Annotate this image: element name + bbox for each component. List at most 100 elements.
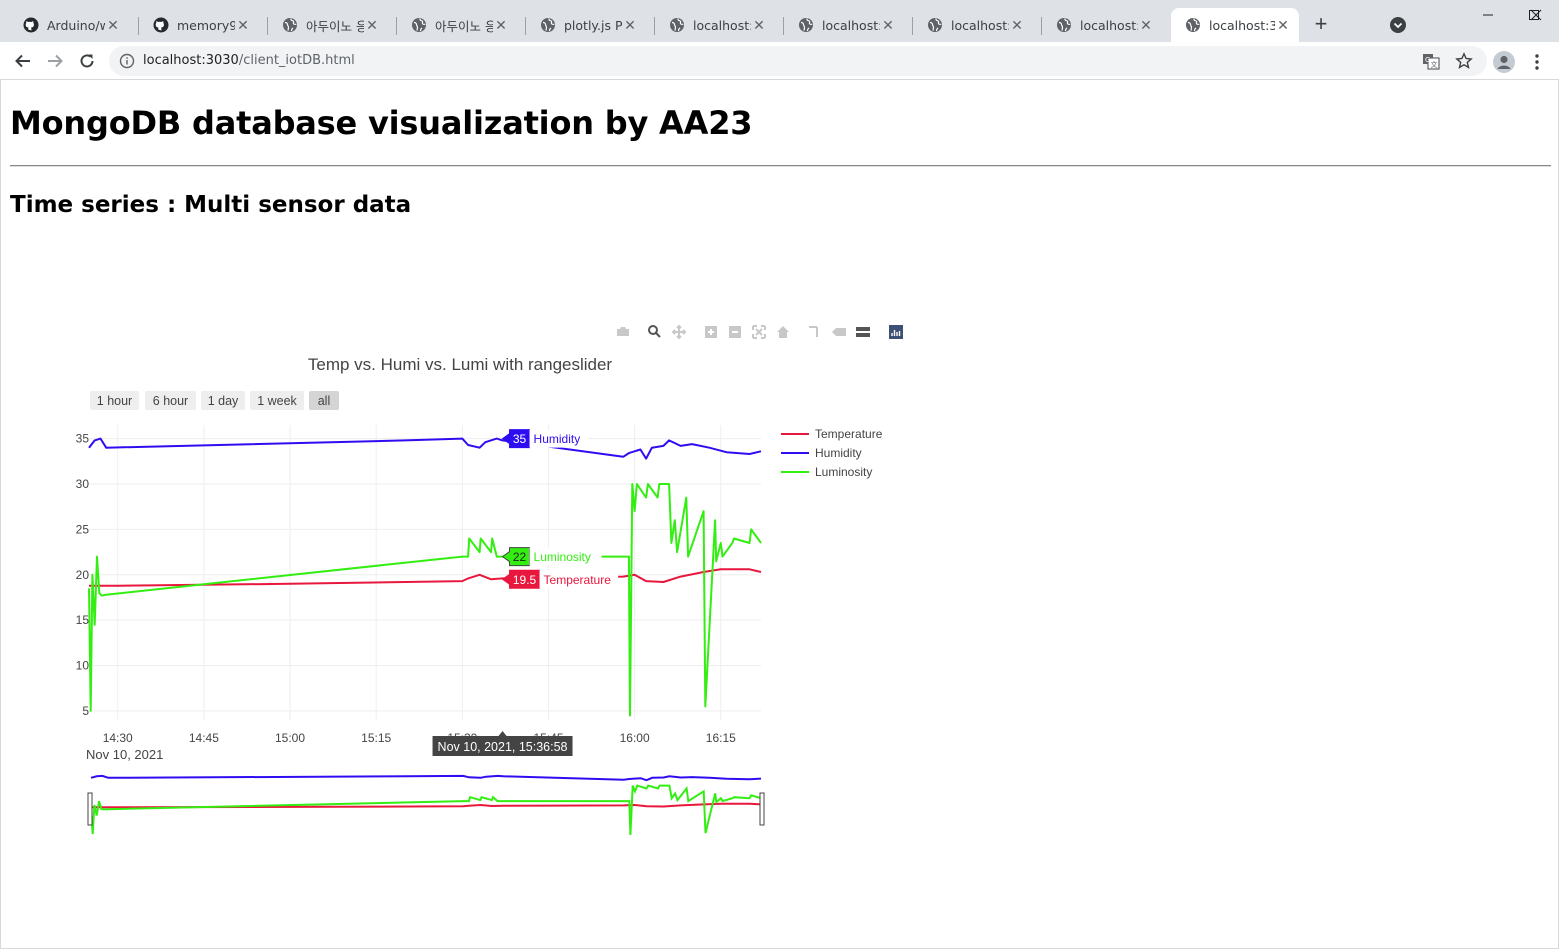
- range-button-6-hour[interactable]: 6 hour: [145, 391, 196, 410]
- y-tick-label: 30: [76, 477, 90, 491]
- close-tab-icon[interactable]: ✕: [622, 17, 638, 34]
- legend[interactable]: Temperature Humidity Luminosity: [781, 427, 883, 479]
- browser-tab[interactable]: 아두이노 응 ✕: [397, 8, 517, 42]
- y-tick-label: 20: [76, 568, 90, 582]
- modebar[interactable]: [617, 324, 903, 340]
- range-button-all[interactable]: all: [309, 391, 339, 410]
- minimize-icon[interactable]: [1465, 0, 1511, 30]
- close-tab-icon[interactable]: ✕: [1275, 17, 1291, 34]
- range-button-1-day[interactable]: 1 day: [201, 391, 245, 410]
- close-tab-icon[interactable]: ✕: [105, 17, 121, 34]
- autoscale-icon-shape[interactable]: [752, 325, 766, 339]
- tab-title: localhost:30: [1080, 17, 1138, 33]
- traces[interactable]: [88, 437, 762, 717]
- camera-icon[interactable]: [617, 327, 629, 336]
- tab-title: Arduino/wk: [47, 17, 105, 33]
- hover-compare-icon-shape[interactable]: [856, 327, 870, 337]
- chart-svg[interactable]: Temp vs. Humi vs. Lumi with rangeslider …: [1, 230, 921, 870]
- camera-icon-shape[interactable]: [617, 327, 629, 336]
- close-window-icon[interactable]: [1513, 0, 1559, 30]
- range-slider[interactable]: [87, 773, 765, 836]
- close-tab-icon[interactable]: ✕: [364, 17, 380, 34]
- range-button-label[interactable]: all: [318, 394, 331, 408]
- browser-tab[interactable]: localhost:30✕: [784, 8, 904, 42]
- range-slider-bg[interactable]: [91, 773, 761, 836]
- home-icon-shape[interactable]: [777, 326, 789, 338]
- series-line-luminosity[interactable]: [88, 483, 762, 717]
- hover-compare-icon[interactable]: [856, 327, 870, 337]
- range-button-label[interactable]: 1 week: [257, 394, 297, 408]
- x-tick-label: 15:15: [361, 731, 391, 745]
- back-arrow-icon[interactable]: [12, 50, 34, 72]
- series-line-humidity[interactable]: [88, 437, 762, 460]
- browser-tab[interactable]: localhost:30✕: [1171, 8, 1299, 42]
- hover-label-luminosity: 22 Luminosity: [501, 547, 602, 567]
- translate-icon[interactable]: G文: [1422, 52, 1440, 70]
- menu-kebab-icon[interactable]: [1528, 51, 1546, 73]
- close-tab-icon[interactable]: ✕: [880, 17, 896, 34]
- close-tab-icon[interactable]: ✕: [493, 17, 509, 34]
- zoom-icon-shape[interactable]: [648, 325, 661, 338]
- range-slider-handle-right[interactable]: [759, 792, 765, 826]
- browser-tab[interactable]: 아두이노 응 ✕: [268, 8, 388, 42]
- zoom-out-icon[interactable]: [729, 326, 741, 338]
- hover-series-name: Temperature: [544, 573, 612, 587]
- series-line-temperature[interactable]: [89, 568, 762, 587]
- y-tick-label: 35: [76, 432, 90, 446]
- zoom-icon[interactable]: [648, 325, 661, 338]
- hover-closest-icon[interactable]: [832, 328, 846, 336]
- range-button-label[interactable]: 6 hour: [153, 394, 188, 408]
- legend-label: Luminosity: [815, 465, 872, 479]
- hover-label-humidity: 35 Humidity: [501, 429, 589, 449]
- spike-lines-icon-shape[interactable]: [809, 326, 818, 337]
- x-tick-label: 14:45: [189, 731, 219, 745]
- profile-avatar-icon[interactable]: [1493, 51, 1515, 73]
- close-tab-icon[interactable]: ✕: [751, 17, 767, 34]
- x-tick-label: 14:30: [103, 731, 133, 745]
- tab-separator: [783, 17, 784, 35]
- page-title: MongoDB database visualization by AA23: [10, 104, 753, 142]
- hover-closest-icon-shape[interactable]: [832, 328, 846, 336]
- plotly-chart[interactable]: Temp vs. Humi vs. Lumi with rangeslider …: [1, 230, 921, 870]
- globe-icon: [1185, 17, 1201, 33]
- range-selector[interactable]: 1 hour 6 hour 1 day 1 week all: [90, 391, 339, 410]
- new-tab-icon[interactable]: +: [1309, 13, 1333, 37]
- legend-item-humidity[interactable]: Humidity: [781, 446, 862, 460]
- tab-separator: [1041, 17, 1042, 35]
- spike-lines-icon[interactable]: [809, 326, 818, 337]
- tab-search-icon[interactable]: [1389, 16, 1407, 34]
- zoom-in-icon[interactable]: [705, 326, 717, 338]
- address-bar[interactable]: localhost:3030/client_iotDB.html G文: [109, 46, 1487, 76]
- bookmark-star-icon[interactable]: [1455, 52, 1473, 70]
- close-tab-icon[interactable]: ✕: [235, 17, 251, 34]
- pan-icon-shape[interactable]: [671, 324, 687, 340]
- browser-tab[interactable]: localhost:30✕: [655, 8, 775, 42]
- browser-tab[interactable]: localhost:30✕: [1042, 8, 1162, 42]
- pan-icon[interactable]: [671, 324, 687, 340]
- range-slider-handle-left[interactable]: [87, 792, 93, 826]
- autoscale-icon[interactable]: [752, 325, 766, 339]
- close-tab-icon[interactable]: ✕: [1138, 17, 1154, 34]
- browser-tab[interactable]: Arduino/wk✕: [9, 8, 129, 42]
- legend-item-temperature[interactable]: Temperature: [781, 427, 883, 441]
- range-button-1-week[interactable]: 1 week: [250, 391, 304, 410]
- browser-tab[interactable]: plotly.js Proj✕: [526, 8, 646, 42]
- range-button-label[interactable]: 1 hour: [97, 394, 132, 408]
- globe-icon: [540, 17, 556, 33]
- info-icon[interactable]: [119, 53, 135, 69]
- reload-icon[interactable]: [76, 50, 98, 72]
- browser-tab[interactable]: localhost:30✕: [913, 8, 1033, 42]
- chart-title: Temp vs. Humi vs. Lumi with rangeslider: [308, 355, 613, 374]
- y-tick-label: 10: [76, 659, 90, 673]
- range-button-1-hour[interactable]: 1 hour: [90, 391, 139, 410]
- browser-tab[interactable]: memory98/✕: [139, 8, 259, 42]
- home-icon[interactable]: [777, 326, 789, 338]
- close-tab-icon[interactable]: ✕: [1009, 17, 1025, 34]
- url-text[interactable]: localhost:3030/client_iotDB.html: [143, 53, 355, 68]
- plotly-logo-icon[interactable]: [889, 325, 903, 339]
- tab-title: 아두이노 응: [306, 18, 364, 34]
- plotly-logo-icon-shape[interactable]: [889, 325, 903, 339]
- range-button-label[interactable]: 1 day: [208, 394, 239, 408]
- forward-arrow-icon[interactable]: [44, 50, 66, 72]
- legend-item-luminosity[interactable]: Luminosity: [781, 465, 872, 479]
